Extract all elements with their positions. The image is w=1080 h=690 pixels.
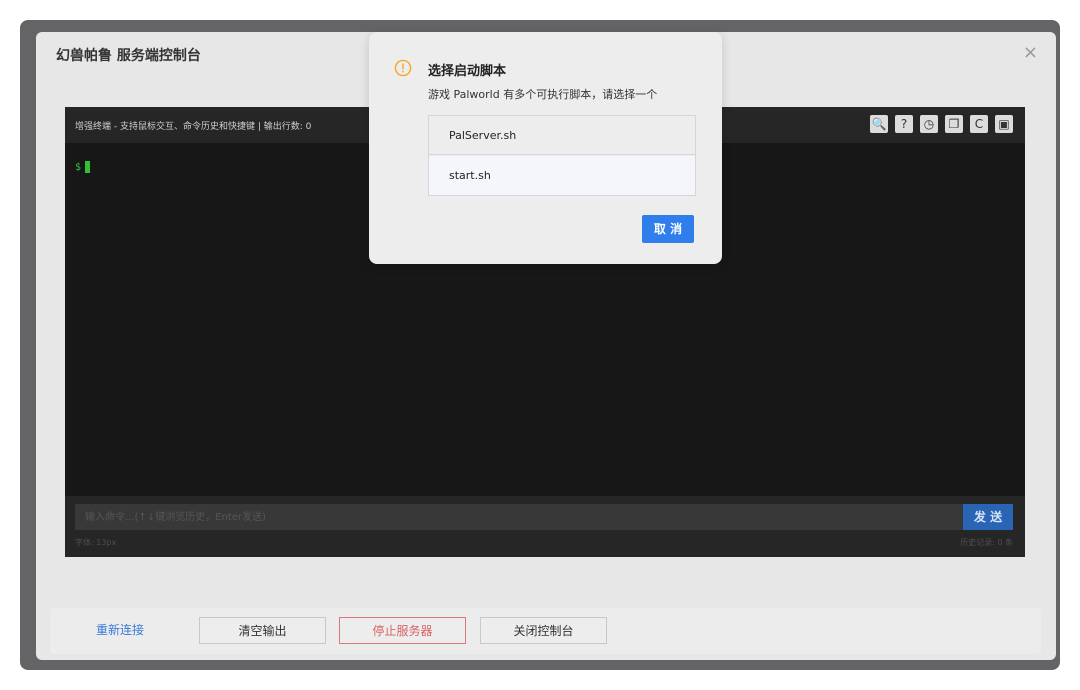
search-icon[interactable]: 🔍 bbox=[870, 115, 888, 133]
script-list: PalServer.sh start.sh bbox=[428, 115, 696, 196]
terminal-cursor bbox=[85, 161, 91, 173]
reconnect-button[interactable]: 重新连接 bbox=[64, 617, 176, 644]
dialog-title: 选择启动脚本 bbox=[428, 64, 507, 79]
terminal-toolbar: 🔍 ? ◷ ❐ C ▣ bbox=[870, 115, 1013, 133]
terminal-header-text: 增强终端 - 支持鼠标交互、命令历史和快捷键 | 输出行数: 0 bbox=[75, 122, 312, 132]
command-bar: 发 送 字体: 13px 历史记录: 0 条 bbox=[65, 496, 1025, 557]
terminal-prompt: $ bbox=[75, 161, 91, 173]
cancel-button[interactable]: 取 消 bbox=[642, 215, 694, 243]
history-count-label: 历史记录: 0 条 bbox=[960, 538, 1013, 547]
help-icon[interactable]: ? bbox=[895, 115, 913, 133]
send-button[interactable]: 发 送 bbox=[963, 504, 1013, 530]
script-select-dialog: 选择启动脚本 游戏 Palworld 有多个可执行脚本，请选择一个 PalSer… bbox=[369, 32, 722, 264]
prompt-symbol: $ bbox=[75, 162, 82, 173]
history-icon[interactable]: ◷ bbox=[920, 115, 938, 133]
dialog-message: 游戏 Palworld 有多个可执行脚本，请选择一个 bbox=[428, 88, 658, 101]
stop-server-button[interactable]: 停止服务器 bbox=[339, 617, 466, 644]
close-console-button[interactable]: 关闭控制台 bbox=[480, 617, 607, 644]
console-footer: 重新连接 清空输出 停止服务器 关闭控制台 bbox=[50, 608, 1041, 654]
clear-output-button[interactable]: 清空输出 bbox=[199, 617, 326, 644]
script-option-start[interactable]: start.sh bbox=[429, 156, 695, 195]
copy-icon[interactable]: ❐ bbox=[945, 115, 963, 133]
close-icon[interactable]: × bbox=[1023, 43, 1038, 63]
console-title: 幻兽帕鲁 服务端控制台 bbox=[56, 48, 201, 64]
font-size-label: 字体: 13px bbox=[75, 538, 117, 547]
refresh-icon[interactable]: C bbox=[970, 115, 988, 133]
warning-icon bbox=[394, 59, 412, 77]
command-input[interactable] bbox=[75, 504, 963, 530]
script-option-palserver[interactable]: PalServer.sh bbox=[429, 116, 695, 155]
save-icon[interactable]: ▣ bbox=[995, 115, 1013, 133]
